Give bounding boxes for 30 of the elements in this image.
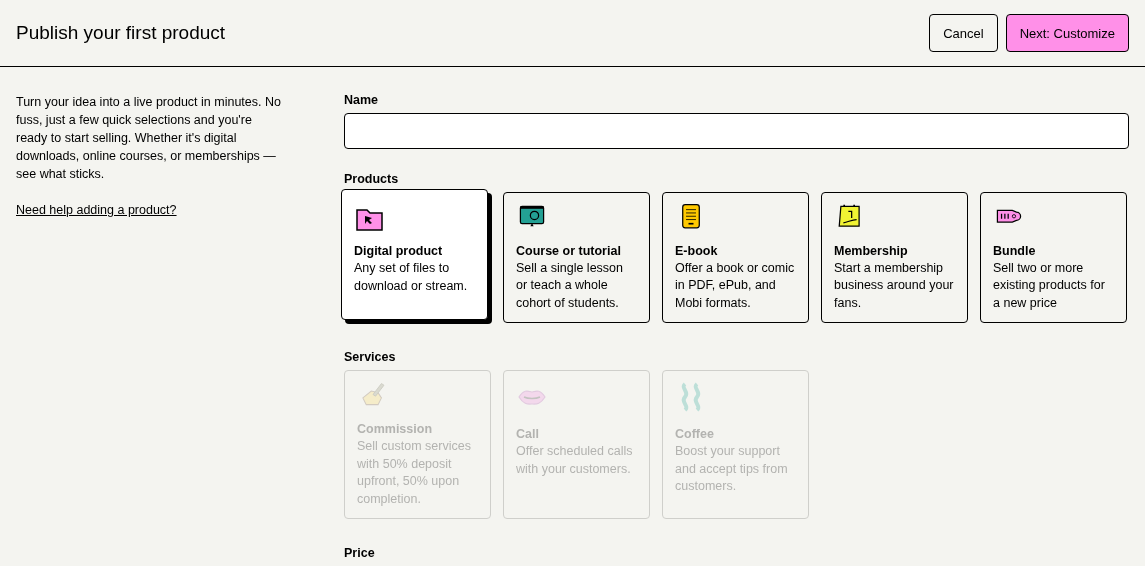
card-title: Course or tutorial [516, 242, 622, 260]
product-type-card[interactable]: Bundle Sell two or more existing products for a new price [980, 192, 1127, 323]
section-heading: Price [344, 546, 376, 560]
card-description: Boost your support and accept tips from customers. [675, 443, 789, 495]
card-description: Offer scheduled calls with your customers. [516, 443, 634, 478]
card-description: Sell custom services with 50% deposit upfront, 50% upon completion. [357, 438, 472, 508]
card-description: Offer a book or comic in PDF, ePub, and Mobi formats. [675, 259, 796, 312]
product-type-card[interactable]: Course or tutorial Sell a single lesson or teach a whole cohort of students. [503, 192, 650, 323]
name-input[interactable] [344, 113, 1129, 149]
card-description: Any set of files to download or stream. [354, 260, 469, 295]
help-link[interactable]: Need help adding a product? [16, 203, 177, 217]
card-title: E-book [675, 242, 719, 260]
section-heading: Products [344, 172, 400, 186]
product-type-card[interactable]: E-book Offer a book or comic in PDF, ePub, and Mobi formats. [662, 192, 809, 323]
card-description: Sell two or more existing products for a new price [993, 259, 1106, 312]
cancel-button[interactable]: Cancel [929, 14, 998, 52]
field-label: Name [344, 93, 380, 107]
card-description: Start a membership business around your fans. [834, 259, 955, 312]
card-description: Sell a single lesson or teach a whole cohort of students. [516, 259, 624, 312]
card-title: Call [516, 426, 540, 443]
card-title: Commission [357, 421, 433, 438]
card-title: Bundle [993, 242, 1037, 260]
card-title: Digital product [354, 243, 444, 260]
card-title: Coffee [675, 426, 715, 443]
intro-text: Turn your idea into a live product in minutes. No fuss, just a few quick selections and you're ready to start selling. Whether it's digital downloads, online courses, or memberships — see what sticks. [16, 94, 282, 183]
page-title: Publish your first product [16, 22, 226, 44]
next-button[interactable]: Next: Customize [1005, 14, 1129, 52]
product-type-card[interactable]: Membership Start a membership business around your fans. [821, 192, 968, 323]
card-title: Membership [834, 242, 909, 260]
section-heading: Services [344, 350, 397, 364]
